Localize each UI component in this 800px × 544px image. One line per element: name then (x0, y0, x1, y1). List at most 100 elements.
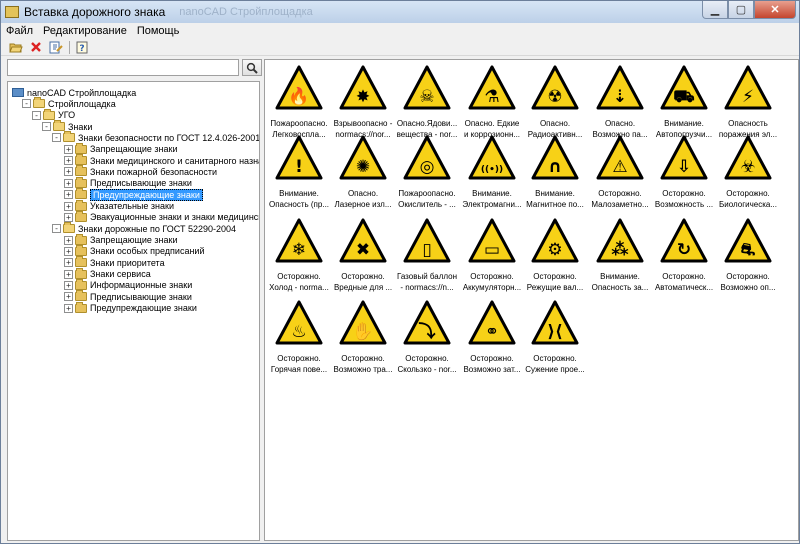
sign-tile[interactable]: ✸ Взрывоопасно - normacs://nor... (331, 62, 395, 142)
tree-item[interactable]: + Информационные знаки (64, 278, 192, 291)
tree-item[interactable]: + Предписывающие знаки (64, 290, 192, 302)
sign-symbol: ✋ (352, 321, 373, 342)
open-button[interactable] (8, 40, 24, 55)
sign-tile[interactable]: ☠ Опасно.Ядови... вещества - nor... (395, 62, 459, 142)
sign-symbol: ⚭ (485, 322, 499, 342)
sign-tile[interactable]: ⇩ Осторожно. Возможность ... (652, 132, 716, 212)
sign-caption-line-1: Осторожно. (405, 354, 449, 363)
expand-toggle-icon[interactable]: + (64, 280, 73, 290)
tree-item[interactable]: - Знаки безопасности по ГОСТ 12.4.026-200… (52, 131, 259, 143)
sign-caption: Осторожно. Горячая пове... (265, 353, 333, 375)
expand-toggle-icon[interactable]: + (64, 292, 73, 302)
sign-gallery[interactable]: 🔥 Пожароопасно. Легковоспла... ✸ Взрывоопасн… (264, 59, 799, 541)
sign-tile[interactable]: ✋ Осторожно. Возможно тра... (331, 297, 395, 377)
expand-toggle-icon[interactable]: + (64, 212, 73, 222)
close-button[interactable]: ✕ (754, 1, 796, 19)
sign-tile[interactable]: ✺ Опасно. Лазерное изл... (331, 132, 395, 212)
sign-tile[interactable]: ⁂ Внимание. Опасность за... (588, 215, 652, 295)
sign-tile[interactable]: ☢ Опасно. Радиоактивн... (523, 62, 587, 142)
sign-tile[interactable]: ❄ Осторожно. Холод - norma... (267, 215, 331, 295)
expand-toggle-icon[interactable]: + (64, 235, 73, 245)
collapse-toggle-icon[interactable]: - (52, 133, 61, 143)
sign-tile[interactable]: ⚠ Осторожно. Малозаметно... (588, 132, 652, 212)
tree-item[interactable]: + Предписывающие знаки (64, 176, 192, 189)
sign-tile[interactable]: ⤵ Осторожно. Скользко - nor... (395, 297, 459, 377)
collapse-toggle-icon[interactable]: - (32, 110, 41, 120)
toolbar: ? (1, 39, 799, 56)
expand-toggle-icon[interactable]: + (64, 303, 73, 313)
expand-toggle-icon[interactable]: + (64, 178, 73, 188)
expand-toggle-icon[interactable]: + (64, 201, 73, 211)
sign-caption-line-2: Опасность (пр... (268, 200, 330, 209)
help-button[interactable]: ? (74, 40, 90, 55)
tree-item[interactable]: + Запрещающие знаки (64, 233, 178, 246)
sign-tile[interactable]: ↻ Осторожно. Автоматическ... (652, 215, 716, 295)
tree-item-label: Предписывающие знаки (90, 291, 192, 302)
sign-tile[interactable]: ♨ Осторожно. Горячая пове... (267, 297, 331, 377)
collapse-toggle-icon[interactable]: - (42, 122, 51, 132)
tree-item[interactable]: - Стройплощадка (22, 97, 116, 109)
minimize-button[interactable]: ▁ (702, 1, 728, 19)
tree-item-label: Предупреждающие знаки (90, 188, 203, 201)
edit-icon (49, 41, 63, 53)
tree-item[interactable]: + Знаки особых предписаний (64, 244, 204, 257)
sign-symbol: ☢ (547, 87, 562, 107)
toolbar-separator (69, 40, 70, 54)
tree-item[interactable]: - Знаки (42, 120, 92, 132)
sign-tile[interactable]: ✖ Осторожно. Вредные для ... (331, 215, 395, 295)
sign-tile[interactable]: ∩ Внимание. Магнитное по... (523, 132, 587, 212)
tree-item[interactable]: + Знаки медицинского и санитарного назнач… (64, 154, 259, 166)
sign-tile[interactable]: ◎ Пожароопасно. Окислитель - ... (395, 132, 459, 212)
edit-button[interactable] (48, 40, 64, 55)
sign-symbol: ☣ (740, 157, 755, 177)
sign-tile[interactable]: ! Внимание. Опасность (пр... (267, 132, 331, 212)
sign-tile[interactable]: ▯ Газовый баллон - normacs://n... (395, 215, 459, 295)
expand-toggle-icon[interactable]: + (64, 167, 73, 177)
sign-symbol: ∩ (548, 157, 562, 177)
expand-toggle-icon[interactable]: + (64, 269, 73, 279)
menu-help[interactable]: Помощь (132, 25, 185, 37)
sign-tile[interactable]: ⛟ Внимание. Автопогрузчи... (652, 62, 716, 142)
expand-toggle-icon[interactable]: + (64, 246, 73, 256)
sign-tile[interactable]: ⚭ Осторожно. Возможно зат... (460, 297, 524, 377)
expand-toggle-icon[interactable]: + (64, 144, 73, 154)
collapse-toggle-icon[interactable]: - (52, 224, 61, 234)
search-input[interactable] (7, 59, 239, 76)
tree-item[interactable]: + Знаки сервиса (64, 267, 151, 280)
sign-tile[interactable]: ⟩⟨ Осторожно. Сужение прое... (523, 297, 587, 377)
sign-tile[interactable]: ☣ Осторожно. Биологическа... (716, 132, 780, 212)
tree-item[interactable]: + Знаки пожарной безопасности (64, 165, 217, 177)
tree-item-label: Знаки приоритета (90, 257, 165, 268)
sign-tile[interactable]: 🔥 Пожароопасно. Легковоспла... (267, 62, 331, 142)
menu-file[interactable]: Файл (1, 25, 38, 37)
expand-toggle-icon[interactable]: + (64, 258, 73, 268)
sign-tile[interactable]: ⇣ Опасно. Возможно па... (588, 62, 652, 142)
tree-item[interactable]: + Эвакуационные знаки и знаки медицинског… (64, 210, 259, 223)
close-icon: ✕ (770, 4, 780, 16)
tree-item[interactable]: nanoCAD Стройплощадка (12, 87, 136, 98)
sign-tile[interactable]: ⛐ Осторожно. Возможно оп... (716, 215, 780, 295)
search-button[interactable] (242, 59, 262, 76)
expand-toggle-icon[interactable]: + (64, 156, 73, 166)
sign-tile[interactable]: ⚡ Опасность поражения эл... (716, 62, 780, 142)
menu-edit[interactable]: Редактирование (38, 25, 132, 37)
collapse-toggle-icon[interactable]: - (22, 99, 31, 109)
background-window-title: nanoCAD Стройплощадка (179, 6, 313, 18)
category-tree[interactable]: nanoCAD Стройплощадка - Стройплощадка - УГО -… (7, 81, 260, 541)
tree-item[interactable]: + Предупреждающие знаки (64, 301, 197, 314)
tree-item[interactable]: + Указательные знаки (64, 199, 174, 212)
tree-item[interactable]: + Запрещающие знаки (64, 142, 178, 155)
maximize-button[interactable]: ▢ (728, 1, 754, 19)
delete-button[interactable] (28, 40, 44, 55)
sign-tile[interactable]: ⚗ Опасно. Едкие и коррозионн... (460, 62, 524, 142)
sign-tile[interactable]: ((•)) Внимание. Электромагни... (460, 132, 524, 212)
sign-tile[interactable]: ▭ Осторожно. Аккумуляторн... (460, 215, 524, 295)
tree-item[interactable]: - Знаки дорожные по ГОСТ 52290-2004 (52, 222, 236, 234)
tree-item[interactable]: + Предупреждающие знаки (64, 188, 203, 201)
sign-caption-line-1: Внимание. (535, 189, 575, 198)
title-bar[interactable]: Вставка дорожного знака nanoCAD Стройпло… (1, 1, 799, 23)
expand-toggle-icon[interactable]: + (64, 190, 73, 200)
tree-item[interactable]: + Знаки приоритета (64, 256, 165, 268)
tree-item[interactable]: - УГО (32, 108, 75, 121)
sign-tile[interactable]: ⚙ Осторожно. Режущие вал... (523, 215, 587, 295)
